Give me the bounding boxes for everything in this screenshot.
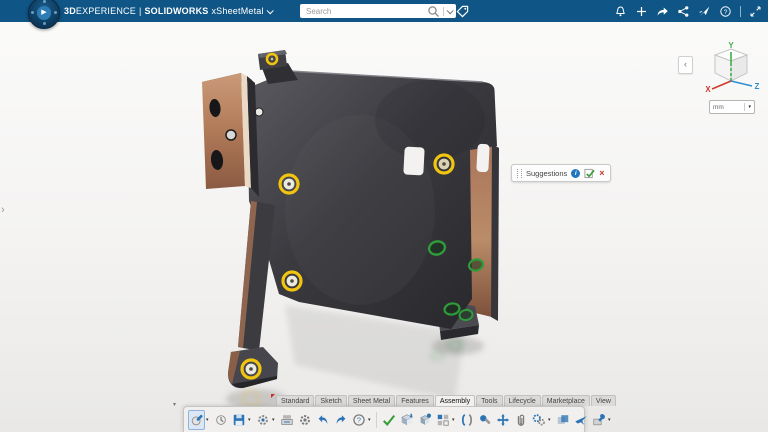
- tab-sketch[interactable]: Sketch: [315, 395, 346, 406]
- model-top-tab: [258, 50, 298, 84]
- tool-gear-mate[interactable]: [530, 410, 547, 430]
- tool-help[interactable]: ?: [350, 410, 367, 430]
- units-value: mm: [713, 104, 741, 111]
- tool-select-validate[interactable]: [380, 410, 397, 430]
- tool-insert-component[interactable]: [398, 410, 415, 430]
- tool-settings[interactable]: [296, 410, 313, 430]
- svg-text:?: ?: [356, 415, 360, 424]
- units-dropdown[interactable]: mm ▾: [709, 100, 755, 114]
- tool-options-caret-icon[interactable]: ▾: [272, 417, 277, 423]
- tool-save[interactable]: [230, 410, 247, 430]
- drag-handle-icon[interactable]: [517, 169, 522, 178]
- suggestions-label: Suggestions: [526, 169, 567, 178]
- ribbon-tabs: Standard Sketch Sheet Metal Features Ass…: [271, 394, 617, 406]
- tool-walk-through[interactable]: [572, 410, 589, 430]
- app-window: 3DEXPERIENCE | SOLIDWORKS xSheetMetal ? …: [0, 0, 768, 432]
- header-divider: [740, 6, 741, 17]
- global-search[interactable]: [300, 4, 456, 18]
- svg-text:?: ?: [724, 8, 728, 15]
- ribbon-toolbar: ▾ ▾ ▾ ? ▾ ▾ ▾ ▾: [183, 406, 585, 432]
- tool-interference-check[interactable]: [554, 410, 571, 430]
- tab-assembly[interactable]: Assembly: [435, 395, 475, 406]
- header-icon-group: ?: [614, 0, 762, 22]
- units-divider: [744, 103, 745, 111]
- tool-redo[interactable]: [332, 410, 349, 430]
- suggestions-toolbar[interactable]: Suggestions i ×: [511, 164, 611, 182]
- help-icon[interactable]: ?: [719, 5, 732, 18]
- app-name: xSheetMetal: [211, 0, 263, 22]
- tool-design-new-caret-icon[interactable]: ▾: [206, 417, 211, 423]
- add-content-icon[interactable]: [635, 5, 648, 18]
- triad-x-label: X: [705, 85, 711, 94]
- search-icon[interactable]: [427, 5, 440, 18]
- title-separator: |: [139, 0, 142, 22]
- tool-design-new[interactable]: [188, 410, 205, 430]
- collaboration-icon[interactable]: [677, 5, 690, 18]
- tool-gear-mate-caret-icon[interactable]: ▾: [548, 417, 553, 423]
- triad-y-label: Y: [728, 42, 734, 50]
- info-icon[interactable]: i: [571, 169, 580, 178]
- tool-design-open[interactable]: [212, 410, 229, 430]
- tab-tools[interactable]: Tools: [476, 395, 502, 406]
- tab-sheet-metal[interactable]: Sheet Metal: [348, 395, 395, 406]
- tab-standard[interactable]: Standard: [276, 395, 314, 406]
- tool-assembly-features[interactable]: [590, 410, 607, 430]
- launch-icon[interactable]: [698, 5, 711, 18]
- units-caret-icon: ▾: [748, 104, 751, 110]
- share-icon[interactable]: [656, 5, 669, 18]
- app-title: 3DEXPERIENCE | SOLIDWORKS xSheetMetal: [64, 0, 272, 22]
- search-input[interactable]: [304, 6, 424, 17]
- tool-attachment[interactable]: [512, 410, 529, 430]
- tool-insert-from-file[interactable]: [416, 410, 433, 430]
- search-scope-chevron-icon[interactable]: [447, 7, 454, 14]
- tool-smart-fastener[interactable]: [476, 410, 493, 430]
- tab-marketplace[interactable]: Marketplace: [542, 395, 590, 406]
- triad-z-label: Z: [755, 82, 760, 91]
- platform-name: EXPERIENCE: [76, 6, 136, 16]
- model-left-flange: [202, 73, 259, 197]
- tool-move-component[interactable]: [494, 410, 511, 430]
- search-divider: [443, 7, 444, 16]
- tool-save-caret-icon[interactable]: ▾: [248, 417, 253, 423]
- toolbar-divider: [376, 412, 377, 428]
- tag-icon[interactable]: [456, 5, 469, 18]
- tool-component-pattern[interactable]: [434, 410, 451, 430]
- platform-name-bold: 3D: [64, 6, 76, 16]
- notifications-bell-icon[interactable]: [614, 5, 627, 18]
- top-bar: 3DEXPERIENCE | SOLIDWORKS xSheetMetal ?: [0, 0, 768, 22]
- product-name: SOLIDWORKS: [144, 0, 208, 22]
- orientation-triad[interactable]: Y X Z: [700, 42, 762, 96]
- left-panel-expander[interactable]: ›: [1, 204, 5, 216]
- compass-play-icon[interactable]: ▶: [37, 6, 51, 20]
- tool-help-caret-icon[interactable]: ▾: [368, 417, 373, 423]
- ribbon-collapse-chevron-icon[interactable]: ▾: [173, 401, 176, 408]
- model-main-plate: [247, 71, 497, 329]
- tool-assembly-features-caret-icon[interactable]: ▾: [608, 417, 613, 423]
- app-switcher-chevron-icon[interactable]: [266, 7, 273, 14]
- action-bar: ▾ Standard Sketch Sheet Metal Features A…: [183, 394, 585, 432]
- tab-lifecycle[interactable]: Lifecycle: [504, 395, 541, 406]
- model-canvas[interactable]: [0, 0, 768, 432]
- tool-component-pattern-caret-icon[interactable]: ▾: [452, 417, 457, 423]
- tab-alert-marker: [271, 394, 275, 398]
- tool-print[interactable]: [278, 410, 295, 430]
- tab-view[interactable]: View: [591, 395, 616, 406]
- tool-undo[interactable]: [314, 410, 331, 430]
- tool-mate[interactable]: [458, 410, 475, 430]
- validate-icon[interactable]: [584, 168, 595, 179]
- tool-options[interactable]: [254, 410, 271, 430]
- resize-window-icon[interactable]: [749, 5, 762, 18]
- tab-features[interactable]: Features: [396, 395, 434, 406]
- close-icon[interactable]: ×: [599, 169, 604, 178]
- right-panel-collapse-button[interactable]: ‹: [678, 56, 693, 74]
